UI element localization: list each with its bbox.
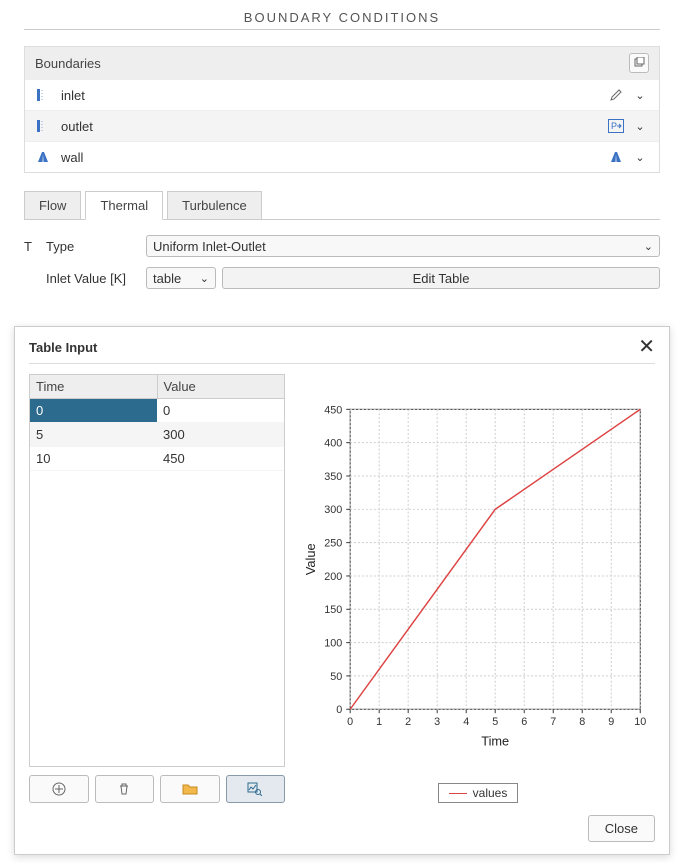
svg-text:1: 1 [376,716,382,728]
tab-thermal[interactable]: Thermal [85,191,163,220]
boundary-label: inlet [61,88,601,103]
trash-icon [117,782,131,796]
table-header: Time Value [30,375,284,399]
inlet-mode-select[interactable]: table ⌄ [146,267,216,289]
edit-icon[interactable] [607,86,625,104]
inlet-mode-value: table [153,271,181,286]
svg-text:0: 0 [347,716,353,728]
tab-bar: Flow Thermal Turbulence [24,191,660,220]
svg-text:100: 100 [324,638,342,650]
svg-text:350: 350 [324,471,342,483]
cell-time[interactable]: 10 [30,447,157,470]
col-time[interactable]: Time [30,375,158,398]
boundary-label: wall [61,150,601,165]
data-table: Time Value 0 0 5 300 10 450 [29,374,285,767]
chart-legend: values [438,783,519,803]
inlet-value-label: Inlet Value [K] [46,271,146,286]
svg-text:150: 150 [324,604,342,616]
tab-turbulence[interactable]: Turbulence [167,191,262,220]
boundaries-panel: Boundaries inlet ⌄ outlet P ⌄ wall ⌄ [24,46,660,173]
svg-text:7: 7 [550,716,556,728]
cell-value[interactable]: 450 [157,447,284,470]
open-file-button[interactable] [160,775,220,803]
line-chart: 012345678910050100150200250300350400450T… [301,374,655,779]
legend-swatch [449,793,467,794]
svg-text:400: 400 [324,438,342,450]
chevron-down-icon[interactable]: ⌄ [631,117,649,135]
legend-label: values [473,786,508,800]
close-button[interactable]: Close [588,815,655,842]
copy-icon[interactable] [629,53,649,73]
type-label: Type [46,239,146,254]
svg-text:Time: Time [481,734,509,749]
table-input-dialog: Table Input ✕ Time Value 0 0 5 300 10 [14,326,670,855]
close-icon[interactable]: ✕ [638,337,655,357]
boundary-row-outlet[interactable]: outlet P ⌄ [25,110,659,141]
svg-text:10: 10 [634,716,646,728]
svg-text:450: 450 [324,404,342,416]
tab-flow[interactable]: Flow [24,191,81,220]
chevron-down-icon: ⌄ [644,240,653,253]
outlet-icon [35,118,51,134]
svg-text:4: 4 [463,716,469,728]
svg-text:50: 50 [330,671,342,683]
col-value[interactable]: Value [158,375,285,398]
inlet-icon [35,87,51,103]
boundary-label: outlet [61,119,601,134]
dialog-title: Table Input [29,340,97,355]
boundary-row-wall[interactable]: wall ⌄ [25,141,659,172]
folder-icon [182,782,198,796]
cell-value[interactable]: 0 [157,399,284,422]
table-row[interactable]: 0 0 [30,399,284,423]
svg-text:8: 8 [579,716,585,728]
preview-button[interactable] [226,775,286,803]
table-row[interactable]: 10 450 [30,447,284,471]
wall-icon [35,149,51,165]
variable-T-label: T [24,239,46,254]
cell-time[interactable]: 5 [30,423,157,446]
thermal-form: T Type Uniform Inlet-Outlet ⌄ Inlet Valu… [24,235,660,289]
svg-text:9: 9 [608,716,614,728]
svg-text:200: 200 [324,571,342,583]
cell-value[interactable]: 300 [157,423,284,446]
type-select[interactable]: Uniform Inlet-Outlet ⌄ [146,235,660,257]
chevron-down-icon[interactable]: ⌄ [631,86,649,104]
boundary-row-inlet[interactable]: inlet ⌄ [25,79,659,110]
page-title: BOUNDARY CONDITIONS [0,0,684,29]
svg-text:P: P [611,121,617,131]
type-select-value: Uniform Inlet-Outlet [153,239,266,254]
cell-time[interactable]: 0 [30,399,157,422]
svg-text:2: 2 [405,716,411,728]
svg-text:5: 5 [492,716,498,728]
add-row-button[interactable] [29,775,89,803]
svg-text:300: 300 [324,504,342,516]
svg-text:0: 0 [336,704,342,716]
chevron-down-icon[interactable]: ⌄ [631,148,649,166]
table-row[interactable]: 5 300 [30,423,284,447]
svg-text:250: 250 [324,538,342,550]
boundaries-header-label: Boundaries [35,56,101,71]
divider [24,29,660,30]
svg-text:6: 6 [521,716,527,728]
chart-zoom-icon [247,782,263,796]
edit-table-button[interactable]: Edit Table [222,267,660,289]
boundaries-header: Boundaries [25,47,659,79]
svg-text:Value: Value [303,543,318,575]
svg-text:3: 3 [434,716,440,728]
delete-row-button[interactable] [95,775,155,803]
wall-type-icon[interactable] [607,148,625,166]
dialog-divider [29,363,655,364]
plus-circle-icon [52,782,66,796]
chart-panel: 012345678910050100150200250300350400450T… [301,374,655,803]
pressure-icon[interactable]: P [607,117,625,135]
chevron-down-icon: ⌄ [200,272,209,285]
